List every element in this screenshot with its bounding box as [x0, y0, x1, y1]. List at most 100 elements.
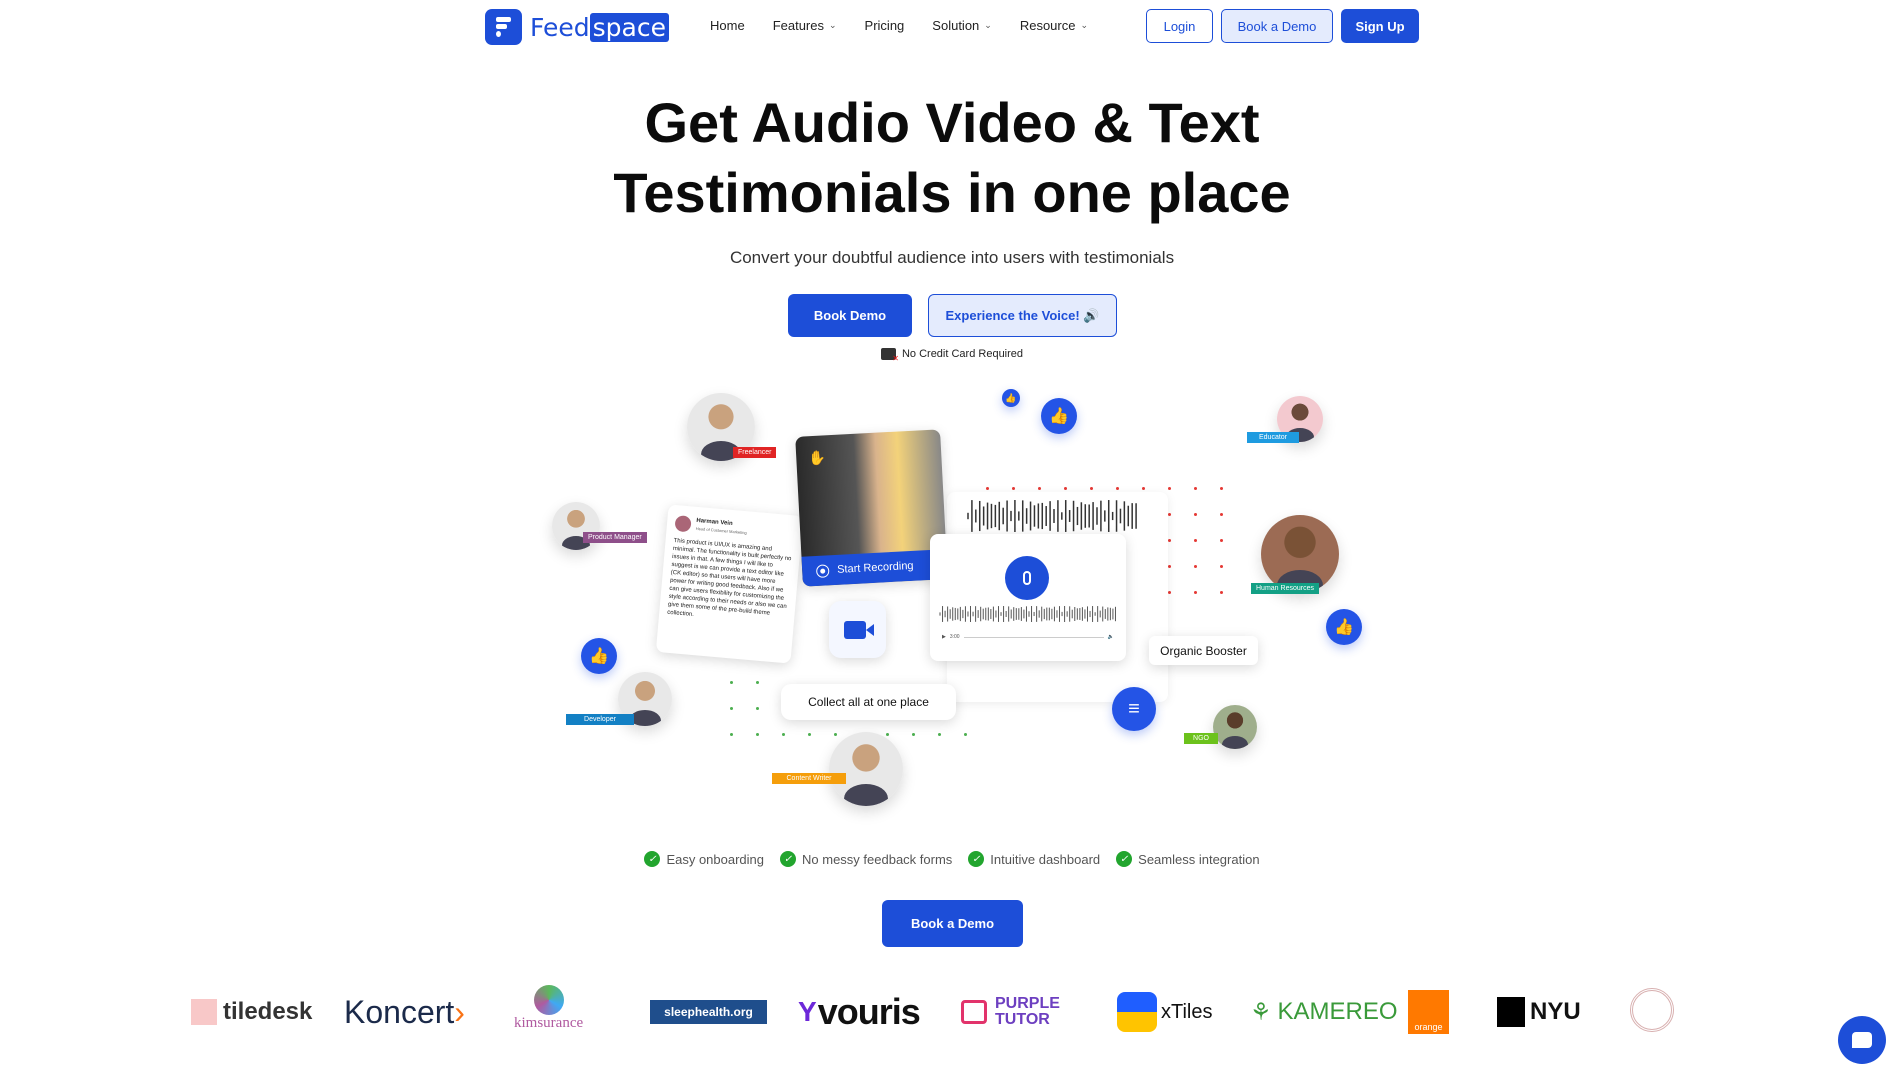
check-circle-icon: ✓	[644, 851, 661, 867]
logo-tiledesk: tiledesk	[191, 990, 312, 1034]
book-a-demo-button[interactable]: Book a Demo	[882, 900, 1023, 947]
feature-item: ✓ No messy feedback forms	[780, 851, 952, 867]
collect-chip: Collect all at one place	[781, 684, 956, 720]
thumbs-up-icon: 👍	[1041, 398, 1077, 434]
play-icon: ▶	[942, 634, 946, 640]
decorative-dot	[1194, 591, 1197, 594]
decorative-dot	[1142, 513, 1145, 516]
audio-player: ▶ 3:00 🔈	[942, 634, 1114, 640]
decorative-dot	[964, 733, 967, 736]
audio-card: ▶ 3:00 🔈	[930, 534, 1126, 661]
microphone-button	[1005, 556, 1049, 600]
decorative-dot	[1142, 565, 1145, 568]
reviewer-avatar	[674, 515, 692, 533]
feature-item: ✓ Seamless integration	[1116, 851, 1260, 867]
decorative-dot	[1168, 513, 1171, 516]
thumbs-up-icon: 👍	[581, 638, 617, 674]
brand-name: Feed space	[530, 12, 669, 42]
decorative-dot	[1194, 565, 1197, 568]
nav-resource[interactable]: Resource ⌄	[1020, 18, 1088, 33]
nav-features[interactable]: Features ⌄	[773, 18, 837, 33]
menu-icon: ≡	[1112, 687, 1156, 731]
check-circle-icon: ✓	[1116, 851, 1133, 867]
video-camera-button	[829, 601, 886, 658]
no-credit-card-note: ✕ No Credit Card Required	[0, 348, 1904, 363]
logo-vouris: Yvouris	[798, 991, 921, 1032]
decorative-dot	[1038, 487, 1041, 490]
decorative-dot	[1142, 591, 1145, 594]
decorative-dot	[1194, 539, 1197, 542]
experience-voice-button[interactable]: Experience the Voice! 🔊	[928, 294, 1117, 337]
decorative-dot	[1142, 487, 1145, 490]
microphone-icon	[1023, 571, 1031, 585]
decorative-dot	[730, 707, 733, 710]
check-circle-icon: ✓	[968, 851, 985, 867]
feedspace-logo-icon	[485, 9, 522, 45]
logo-orange: orange	[1408, 990, 1449, 1034]
check-circle-icon: ✓	[780, 851, 797, 867]
record-icon	[815, 563, 830, 578]
decorative-dot	[756, 681, 759, 684]
chat-widget-button[interactable]	[1838, 1016, 1886, 1064]
main-nav: Home Features ⌄ Pricing Solution ⌄ Resourc…	[710, 18, 1088, 33]
hero-subtitle: Convert your doubtful audience into user…	[729, 248, 1175, 267]
decorative-dot	[1090, 487, 1093, 490]
feature-item: ✓ Easy onboarding	[644, 851, 764, 867]
avatar-human-resources	[1261, 515, 1339, 593]
video-card: ✋ Start Recording	[795, 429, 948, 587]
decorative-dot	[730, 733, 733, 736]
logo-koncert: Koncert ›	[344, 993, 465, 1030]
avatar-educator	[1277, 396, 1323, 442]
role-tag-content-writer: Content Writer	[772, 773, 846, 784]
role-tag-ngo: NGO	[1184, 733, 1218, 744]
testimonial-text: This product is UI/UX is amazing and min…	[667, 537, 792, 618]
logo-xtiles: xTiles	[1117, 990, 1212, 1034]
hero-title: Get Audio Video & Text Testimonials in on…	[613, 91, 1291, 224]
avatar-product-manager	[552, 502, 600, 550]
avatar-developer	[618, 672, 672, 726]
nav-solution[interactable]: Solution ⌄	[932, 18, 992, 33]
decorative-dot	[912, 733, 915, 736]
video-camera-icon	[843, 620, 874, 639]
nav-home[interactable]: Home	[710, 18, 745, 33]
start-recording-bar: Start Recording	[801, 549, 948, 587]
avatar-content-writer	[829, 732, 903, 806]
decorative-dot	[834, 733, 837, 736]
decorative-dot	[1220, 539, 1223, 542]
decorative-dot	[1064, 487, 1067, 490]
book-demo-nav-button[interactable]: Book a Demo	[1221, 9, 1333, 43]
feature-item: ✓ Intuitive dashboard	[968, 851, 1100, 867]
decorative-dot	[1168, 591, 1171, 594]
decorative-dot	[1220, 513, 1223, 516]
decorative-dot	[1168, 487, 1171, 490]
decorative-dot	[1142, 539, 1145, 542]
role-tag-product-manager: Product Manager	[583, 532, 647, 543]
thumbs-up-icon: 👍	[1326, 609, 1362, 645]
login-button[interactable]: Login	[1146, 9, 1213, 43]
brand-logo[interactable]: Feed space	[485, 9, 669, 45]
hand-wave-icon: ✋	[807, 449, 827, 467]
testimonial-card: Harman Vein Head of Customer Marketing Th…	[655, 504, 804, 664]
role-tag-developer: Developer	[566, 714, 634, 725]
avatar-freelancer	[687, 393, 755, 461]
chevron-down-icon: ⌄	[829, 20, 837, 30]
role-tag-human-resources: Human Resources	[1251, 583, 1319, 594]
chevron-down-icon: ⌄	[984, 20, 992, 30]
decorative-dot	[886, 733, 889, 736]
organic-booster-chip: Organic Booster	[1149, 636, 1258, 665]
decorative-dot	[782, 733, 785, 736]
background-card	[947, 492, 1168, 702]
decorative-dot	[986, 487, 989, 490]
waveform-top	[967, 500, 1137, 532]
decorative-dot	[808, 733, 811, 736]
role-tag-freelancer: Freelancer	[733, 447, 777, 458]
signup-button[interactable]: Sign Up	[1341, 9, 1419, 43]
logo-university-seal	[1630, 988, 1674, 1032]
credit-card-off-icon: ✕	[880, 348, 899, 363]
nav-pricing[interactable]: Pricing	[865, 18, 905, 33]
book-demo-button[interactable]: Book Demo	[788, 294, 912, 337]
decorative-dot	[1194, 487, 1197, 490]
decorative-dot	[1012, 487, 1015, 490]
logo-sleephealth: sleephealth.org	[650, 1000, 767, 1024]
chevron-down-icon: ⌄	[1080, 20, 1089, 30]
